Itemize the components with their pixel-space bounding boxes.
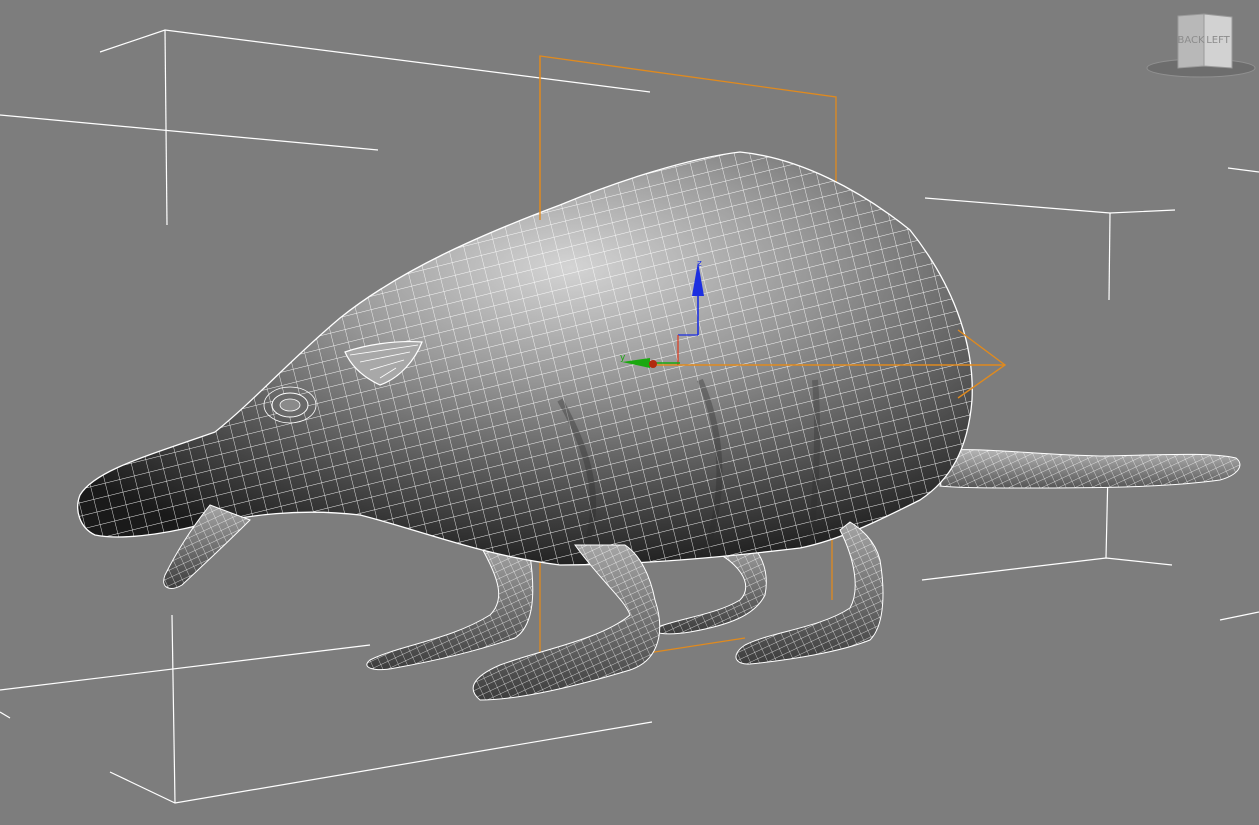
viewcube-back-label: BACK xyxy=(1177,35,1205,46)
viewport-scene[interactable]: z y xyxy=(0,0,1259,825)
viewcube-widget[interactable]: BACK LEFT xyxy=(1146,12,1258,80)
viewcube-left-label: LEFT xyxy=(1206,35,1230,46)
creature-mesh[interactable] xyxy=(60,140,990,589)
3d-viewport[interactable]: z y BACK LEFT xyxy=(0,0,1259,825)
gizmo-y-label: y xyxy=(620,353,626,363)
gizmo-z-label: z xyxy=(697,259,702,269)
model-tail xyxy=(939,449,1241,489)
